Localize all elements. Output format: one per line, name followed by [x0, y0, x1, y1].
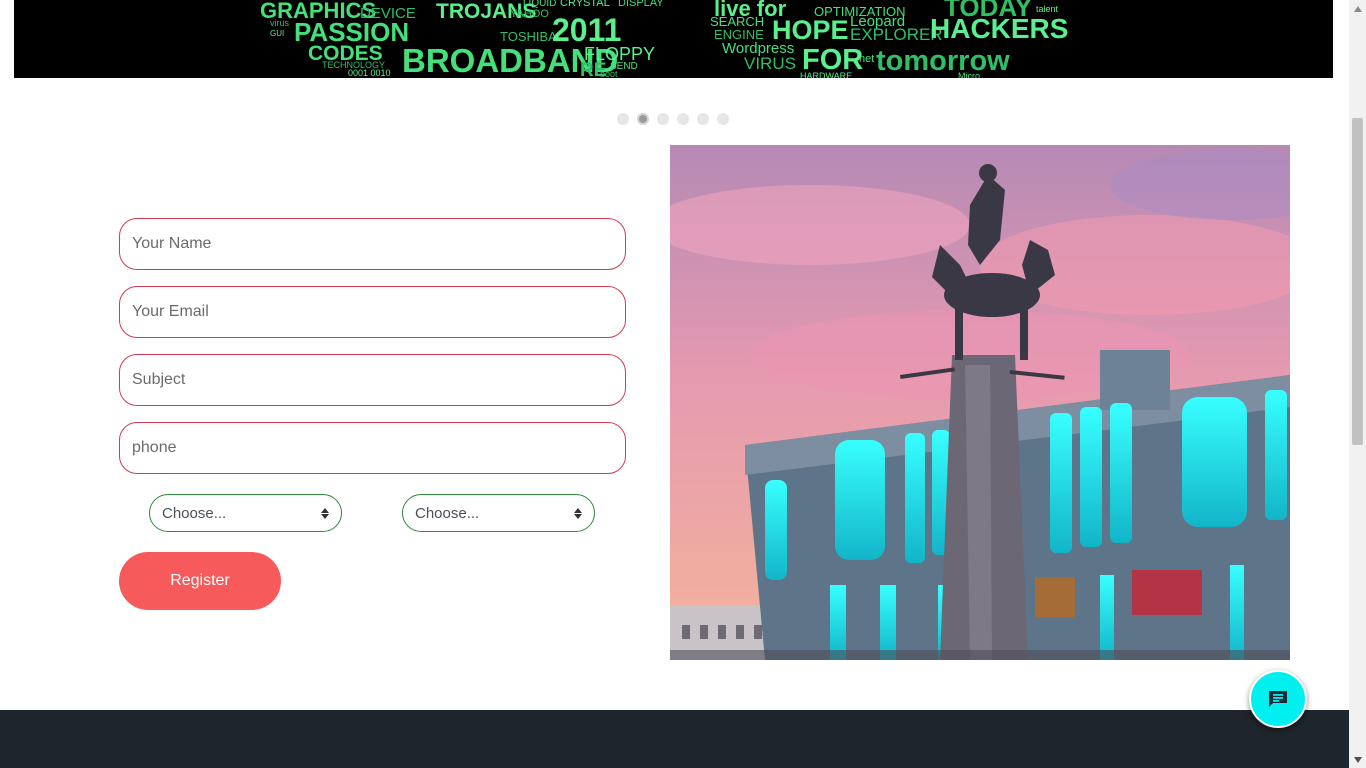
- carousel-dot[interactable]: [697, 113, 709, 125]
- word-cloud: GRAPHICSDEVICE TROJANSLIQUIDYAHOOCRYSTAL D…: [14, 0, 1333, 78]
- select-left-value: Choose...: [162, 504, 227, 522]
- banner-word: EXPLORER: [850, 25, 943, 44]
- carousel-dot[interactable]: [617, 113, 629, 125]
- banner-word: .net: [856, 53, 874, 65]
- register-button[interactable]: Register: [119, 552, 281, 610]
- email-input[interactable]: [119, 286, 626, 338]
- select-left[interactable]: Choose...: [149, 494, 342, 532]
- scrollbar-thumb[interactable]: [1352, 118, 1363, 445]
- banner-word: HARDWARE: [800, 71, 852, 78]
- select-arrows-icon: [321, 507, 329, 519]
- phone-input[interactable]: [119, 422, 626, 474]
- banner-word: boot: [600, 69, 618, 78]
- statue-building-illustration: [670, 145, 1290, 660]
- carousel-dot[interactable]: [637, 113, 649, 125]
- banner-word: VIRUS: [744, 54, 796, 73]
- name-input[interactable]: [119, 218, 626, 270]
- banner-word: HACKERS: [930, 13, 1068, 44]
- carousel-dot[interactable]: [657, 113, 669, 125]
- banner-word: virus: [270, 18, 290, 28]
- banner-word: tomorrow: [876, 45, 1010, 77]
- banner-word: 0001 0010: [348, 68, 391, 78]
- hero-banner: GRAPHICS DEVICE TROJANS LIQUID YAHOO CRYSTAL D…: [14, 0, 1333, 78]
- banner-word: CRYSTAL: [560, 0, 610, 9]
- chat-button[interactable]: [1249, 670, 1307, 728]
- select-arrows-icon: [574, 507, 582, 519]
- scroll-up-arrow-icon[interactable]: [1349, 0, 1366, 17]
- carousel-dot[interactable]: [717, 113, 729, 125]
- banner-word: Micro: [958, 71, 980, 78]
- carousel-dot[interactable]: [677, 113, 689, 125]
- chat-message-icon: [1269, 691, 1287, 707]
- city-photo: [670, 145, 1290, 660]
- select-right-value: Choose...: [415, 504, 480, 522]
- carousel-indicators: [617, 113, 729, 125]
- banner-word: YAHOO: [510, 8, 549, 20]
- subject-input[interactable]: [119, 354, 626, 406]
- banner-word: GUI: [270, 29, 284, 38]
- banner-word: DISPLAY: [618, 0, 664, 9]
- select-right[interactable]: Choose...: [402, 494, 595, 532]
- footer: [0, 710, 1349, 768]
- scroll-down-arrow-icon[interactable]: [1349, 751, 1366, 768]
